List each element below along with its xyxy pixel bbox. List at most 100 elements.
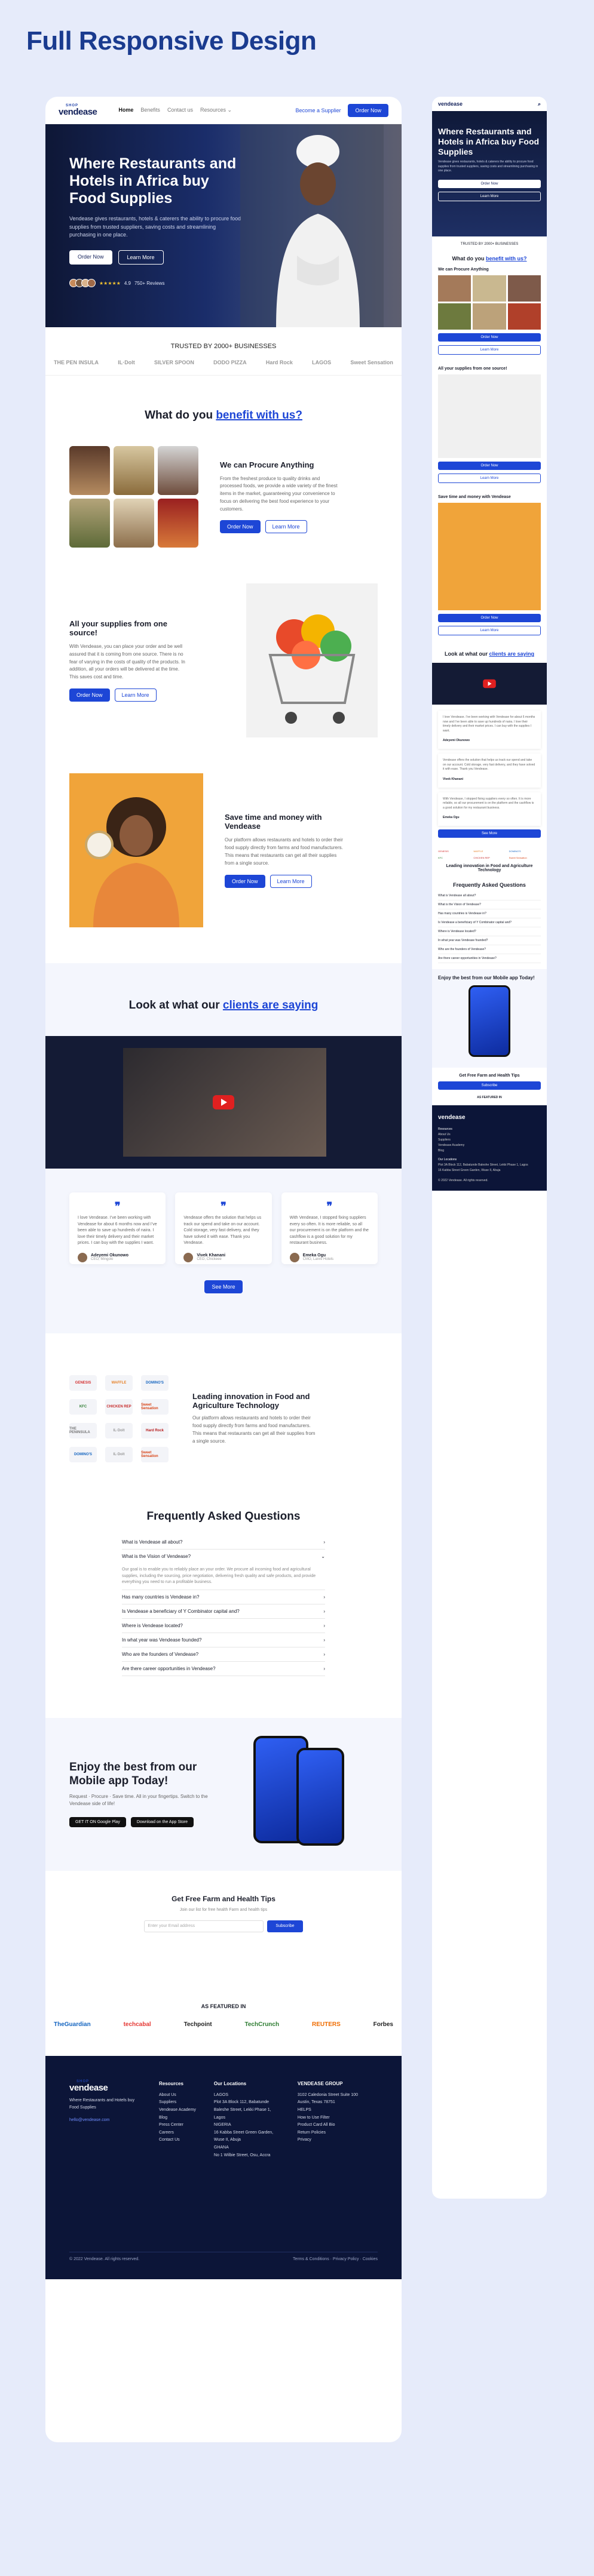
see-more-button[interactable]: See More [204, 1280, 243, 1293]
hero-description: Vendease gives restaurants, hotels & cat… [69, 216, 241, 238]
mobile-app-section: Enjoy the best from our Mobile app Today… [432, 969, 547, 1068]
product-image [69, 446, 110, 495]
mobile-order-button[interactable]: Order Now [438, 179, 541, 188]
footer-link[interactable]: About Us [159, 2092, 196, 2099]
play-icon[interactable] [483, 679, 496, 688]
app-store-button[interactable]: Download on the App Store [130, 1816, 194, 1827]
newsletter-title: Get Free Farm and Health Tips [172, 1894, 275, 1903]
footer-logo[interactable]: SHOP vendease [69, 2080, 141, 2092]
feature-title: All your supplies from one source! [69, 619, 167, 637]
faq-item[interactable]: Is Vendease a beneficiary of Y Combinato… [122, 1604, 325, 1619]
mobile-frame: vendease ⌕ Where Restaurants and Hotels … [432, 97, 547, 2199]
faq-item[interactable]: In what year was Vendease founded? › [122, 1633, 325, 1647]
footer-link[interactable]: Blog [159, 2114, 196, 2122]
partner-logo: Hard Rock [141, 1423, 169, 1438]
feature-save-time: Save time and money with Vendease Our pl… [45, 773, 402, 927]
see-more-button[interactable]: See More [438, 829, 541, 838]
partner-logo: GENESIS [69, 1375, 97, 1391]
faq-item[interactable]: Who are the founders of Vendease? › [122, 1647, 325, 1662]
faq-item[interactable]: Is Vendease a beneficiary of Y Combinato… [438, 918, 541, 927]
learn-more-button[interactable]: Learn More [438, 345, 541, 355]
featured-section: AS FEATURED IN TheGuardian techcabal Tec… [45, 1990, 402, 2056]
video-player[interactable] [45, 1036, 402, 1169]
subscribe-button[interactable]: Subscribe [267, 1920, 303, 1932]
order-now-button[interactable]: Order Now [438, 614, 541, 622]
search-icon[interactable]: ⌕ [538, 101, 541, 107]
nav-link-home[interactable]: Home [118, 107, 133, 113]
footer-link[interactable]: Careers [159, 2129, 196, 2137]
legal-links[interactable]: Terms & Conditions · Privacy Policy · Co… [293, 2257, 378, 2261]
feature-procure: We can Procure Anything From the freshes… [45, 446, 402, 548]
mobile-feature: All your supplies from one source! Order… [432, 361, 547, 489]
chevron-right-icon: › [323, 1665, 325, 1671]
footer-link[interactable]: Contact Us [159, 2137, 196, 2144]
testimonial-card: ❞ I love Vendease. I’ve been working wit… [69, 1192, 166, 1264]
order-now-button[interactable]: Order Now [225, 874, 265, 888]
order-now-button[interactable]: Order Now [220, 520, 261, 534]
faq-title: Frequently Asked Questions [146, 1510, 301, 1523]
learn-more-button[interactable]: Learn More [438, 626, 541, 635]
logo[interactable]: SHOP vendease [59, 104, 97, 116]
footer-link[interactable]: Return Policies [298, 2129, 358, 2137]
faq-item[interactable]: What is Vendease all about? [438, 892, 541, 900]
chevron-right-icon: › [323, 1594, 325, 1600]
order-now-button[interactable]: Order Now [348, 103, 388, 117]
faq-item[interactable]: Are there career opportunities in Vendea… [122, 1662, 325, 1676]
order-now-button[interactable]: Order Now [438, 333, 541, 342]
email-input[interactable]: Enter your Email address [144, 1920, 264, 1932]
learn-more-button[interactable]: Learn More [265, 520, 307, 534]
order-now-button[interactable]: Order Now [69, 688, 110, 702]
product-image [114, 446, 154, 495]
footer-link[interactable]: How to Use Filter [298, 2114, 358, 2122]
hero-title: Where Restaurants and Hotels in Africa b… [69, 155, 237, 207]
partner-logo: WAFFLE [105, 1375, 133, 1391]
partner-logo-grid: GENESIS WAFFLE DOMINO'S KFC CHICKEN REP … [69, 1375, 169, 1462]
avatar [289, 1252, 299, 1262]
benefits-title: What do you benefit with us? [145, 409, 302, 422]
footer-link[interactable]: Press Center [159, 2122, 196, 2129]
learn-more-button[interactable]: Learn More [438, 474, 541, 483]
mobile-logo[interactable]: vendease [438, 101, 463, 107]
faq-item[interactable]: What is Vendease all about? › [122, 1535, 325, 1550]
feature-description: Our platform allows restaurants and hote… [225, 837, 343, 866]
footer-link[interactable]: Product Card All Bio [298, 2122, 358, 2129]
footer-link[interactable]: Suppliers [159, 2099, 196, 2107]
faq-item[interactable]: What is the Vision of Vendease? ⌄ [122, 1550, 325, 1563]
avatar-stack [69, 278, 96, 288]
feature-description: From the freshest produce to quality dri… [220, 475, 338, 512]
faq-item[interactable]: In what year was Vendease founded? [438, 936, 541, 945]
partner-logo: IL·Dolt [105, 1447, 133, 1462]
footer-link[interactable]: Vendease Academy [159, 2107, 196, 2114]
order-now-button[interactable]: Order Now [438, 462, 541, 470]
hero-order-button[interactable]: Order Now [69, 250, 112, 265]
nav-link-resources[interactable]: Resources ⌄ [200, 107, 232, 113]
learn-more-button[interactable]: Learn More [114, 688, 157, 702]
nav-link-benefits[interactable]: Benefits [140, 107, 160, 113]
faq-item[interactable]: Has many countries is Vendease in? › [122, 1590, 325, 1604]
mobile-video[interactable] [432, 663, 547, 705]
mobile-learn-button[interactable]: Learn More [438, 191, 541, 201]
faq-item[interactable]: Where is Vendease located? [438, 927, 541, 936]
learn-more-button[interactable]: Learn More [270, 874, 312, 888]
become-supplier-link[interactable]: Become a Supplier [295, 107, 341, 113]
partner-logo: IL·Dolt [105, 1423, 133, 1438]
faq-item[interactable]: Who are the founders of Vendease? [438, 945, 541, 954]
woman-clock-image [69, 773, 203, 927]
faq-item[interactable]: Are there career opportunities in Vendea… [438, 954, 541, 963]
subscribe-button[interactable]: Subscribe [438, 1081, 541, 1090]
partners-title: Leading innovation in Food and Agricultu… [192, 1392, 310, 1410]
hero-learn-button[interactable]: Learn More [118, 250, 164, 265]
play-icon[interactable] [213, 1095, 234, 1109]
avatar [183, 1252, 194, 1262]
faq-item[interactable]: Has many countries is Vendease in? [438, 909, 541, 918]
faq-item[interactable]: What is the Vision of Vendease? [438, 900, 541, 909]
nav-link-contact[interactable]: Contact us [167, 107, 193, 113]
footer-link[interactable]: Privacy [298, 2137, 358, 2144]
mobile-hero: Where Restaurants and Hotels in Africa b… [432, 111, 547, 236]
footer-email-link[interactable]: hello@vendease.com [69, 2117, 141, 2125]
google-play-button[interactable]: GET IT ON Google Play [69, 1816, 126, 1827]
outlet-logo: Techpoint [183, 2021, 212, 2028]
trusted-title: TRUSTED BY 2000+ BUSINESSES [170, 343, 277, 350]
desktop-frame: SHOP vendease Home Benefits Contact us R… [45, 97, 402, 2442]
faq-item[interactable]: Where is Vendease located? › [122, 1619, 325, 1633]
